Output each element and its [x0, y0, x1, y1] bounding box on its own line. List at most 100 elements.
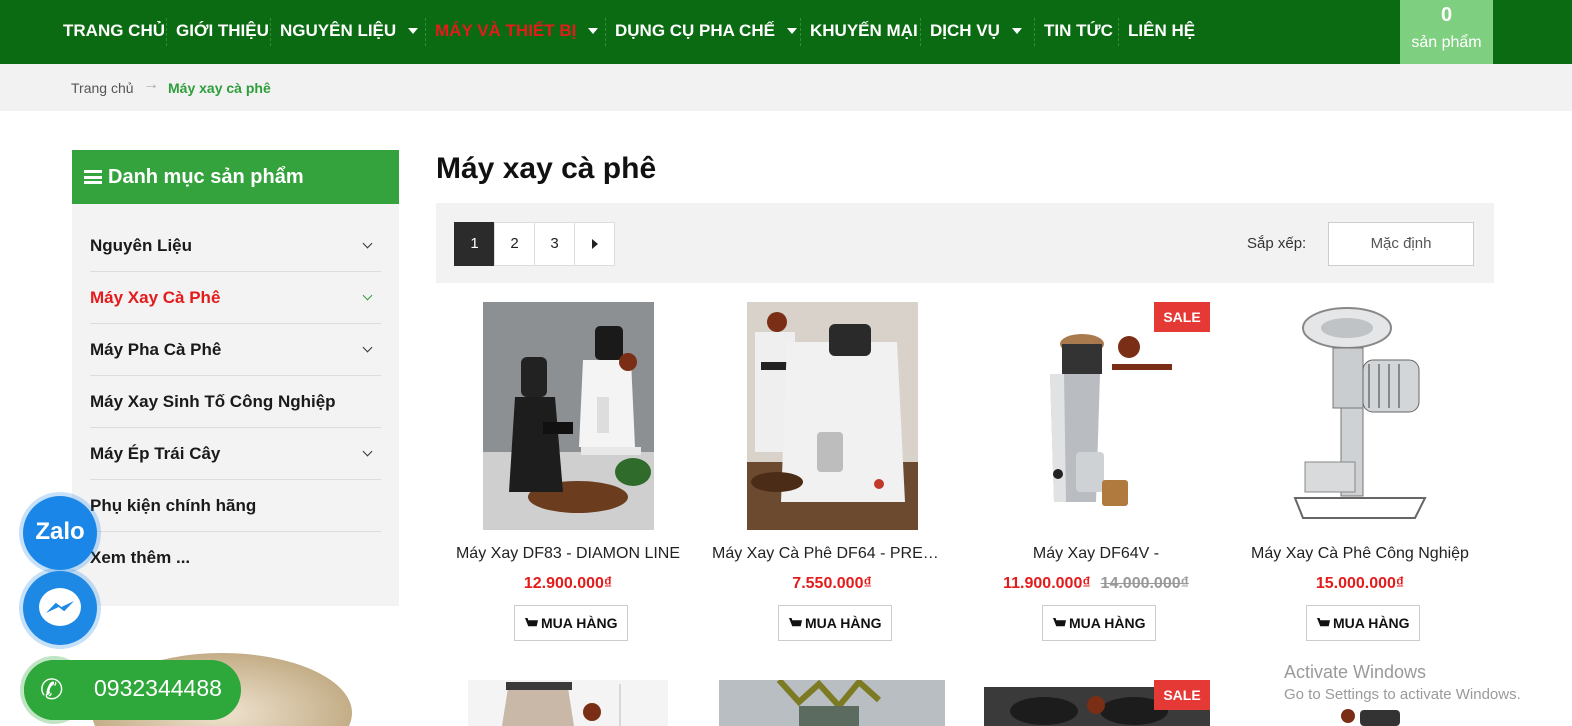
nav-item-services[interactable]: DỊCH VỤ [930, 0, 1022, 64]
activation-watermark-text: Go to Settings to activate Windows. [1284, 686, 1521, 703]
menu-icon [84, 170, 102, 184]
page-title: Máy xay cà phê [436, 152, 657, 185]
product-image[interactable] [747, 302, 918, 530]
nav-divider [166, 18, 167, 46]
sale-badge: SALE [1154, 302, 1210, 332]
sidebar-header: Danh mục sản phẩm [72, 150, 399, 204]
sort-label: Sắp xếp: [1247, 235, 1307, 252]
cart-icon [1317, 618, 1330, 627]
category-label: Máy Ép Trái Cây [90, 444, 221, 463]
nav-label: MÁY VÀ THIẾT BỊ [435, 21, 577, 40]
nav-item-home[interactable]: TRANG CHỦ [63, 0, 165, 64]
category-label: Nguyên Liệu [90, 236, 193, 255]
top-navigation: TRANG CHỦ GIỚI THIỆU NGUYÊN LIỆU MÁY VÀ … [0, 0, 1572, 64]
nav-item-ingredients[interactable]: NGUYÊN LIỆU [280, 0, 419, 64]
nav-item-news[interactable]: TIN TỨC [1044, 0, 1113, 64]
buy-button[interactable]: MUA HÀNG [778, 605, 893, 641]
hotline-button[interactable]: ✆ 0932344488 [24, 660, 241, 720]
nav-label: DỤNG CỤ PHA CHẾ [615, 21, 775, 40]
buy-label: MUA HÀNG [805, 615, 882, 631]
chevron-down-icon[interactable] [362, 342, 373, 353]
nav-label: NGUYÊN LIỆU [280, 21, 397, 40]
product-name[interactable]: Máy Xay Cà Phê Công Nghiệp [1240, 545, 1480, 563]
category-item-blenders[interactable]: Máy Xay Sinh Tố Công Nghiệp [90, 376, 381, 428]
category-item-coffee-grinders[interactable]: Máy Xay Cà Phê [90, 272, 381, 324]
nav-item-contact[interactable]: LIÊN HỆ [1128, 0, 1195, 64]
nav-item-machines[interactable]: MÁY VÀ THIẾT BỊ [435, 0, 599, 64]
activation-watermark-title: Activate Windows [1284, 662, 1427, 682]
nav-item-about[interactable]: GIỚI THIỆU [176, 0, 269, 64]
nav-item-tools[interactable]: DỤNG CỤ PHA CHẾ [615, 0, 797, 64]
product-price: 12.900.000₫ [523, 575, 613, 592]
category-item-see-more[interactable]: Xem thêm ... [90, 532, 381, 584]
chevron-down-icon[interactable] [362, 238, 373, 249]
page-3-button[interactable]: 3 [534, 222, 575, 266]
product-name[interactable]: Máy Xay DF83 - DIAMON LINE [448, 545, 688, 563]
sale-badge: SALE [1154, 680, 1210, 710]
caret-right-icon [591, 239, 598, 250]
sidebar-title: Danh mục sản phẩm [108, 166, 304, 188]
buy-button[interactable]: MUA HÀNG [1042, 605, 1157, 641]
buy-label: MUA HÀNG [1333, 615, 1410, 631]
chevron-down-icon [408, 27, 419, 34]
page-2-button[interactable]: 2 [494, 222, 535, 266]
nav-divider [605, 18, 606, 46]
zalo-label: Zalo [35, 518, 85, 545]
nav-divider [800, 18, 801, 46]
buy-label: MUA HÀNG [541, 615, 618, 631]
product-image[interactable] [483, 302, 654, 530]
chevron-down-icon[interactable] [362, 446, 373, 457]
cart-label: sản phẩm [1411, 34, 1482, 51]
category-item-juicers[interactable]: Máy Ép Trái Cây [90, 428, 381, 480]
chevron-down-icon [588, 27, 599, 34]
chevron-down-icon[interactable] [362, 290, 373, 301]
product-toolbar: 1 2 3 Sắp xếp: Mặc định [436, 203, 1494, 283]
product-name[interactable]: Máy Xay Cà Phê DF64 - PREMIUM [712, 545, 952, 563]
nav-divider [1034, 18, 1035, 46]
product-image[interactable] [1285, 302, 1435, 530]
cart-icon [1053, 618, 1066, 627]
product-price: 15.000.000₫ [1315, 575, 1405, 592]
category-label: Máy Pha Cà Phê [90, 340, 222, 359]
category-item-accessories[interactable]: Phụ kiện chính hãng [90, 480, 381, 532]
arrow-right-icon: → [143, 76, 159, 93]
nav-divider [270, 18, 271, 46]
cart-icon [789, 618, 802, 627]
product-image[interactable] [719, 680, 945, 726]
page-1-button[interactable]: 1 [454, 222, 495, 266]
cart-button[interactable]: 0 sản phẩm [1400, 0, 1493, 64]
category-list: Nguyên Liệu Máy Xay Cà Phê Máy Pha Cà Ph… [72, 220, 399, 584]
cart-count: 0 [1440, 4, 1453, 26]
buy-button[interactable]: MUA HÀNG [514, 605, 629, 641]
buy-label: MUA HÀNG [1069, 615, 1146, 631]
product-image[interactable] [468, 680, 668, 726]
messenger-button[interactable] [23, 571, 97, 645]
product-image[interactable] [984, 302, 1210, 530]
product-price: 11.900.000₫ 14.000.000₫ [976, 575, 1216, 593]
nav-divider [920, 18, 921, 46]
chevron-down-icon [1011, 27, 1022, 34]
product-image[interactable] [1318, 706, 1408, 726]
product-sale-price: 11.900.000₫ [1003, 575, 1091, 592]
category-item-coffee-machines[interactable]: Máy Pha Cà Phê [90, 324, 381, 376]
breadcrumb-current: Máy xay cà phê [168, 80, 271, 96]
pagination: 1 2 3 [454, 222, 615, 266]
phone-icon: ✆ [40, 674, 64, 705]
category-label: Phụ kiện chính hãng [90, 496, 257, 515]
nav-item-promotions[interactable]: KHUYẾN MẠI [810, 0, 918, 64]
product-old-price: 14.000.000₫ [1100, 575, 1189, 592]
breadcrumb-home-link[interactable]: Trang chủ [71, 80, 134, 96]
hotline-number: 0932344488 [94, 675, 222, 701]
zalo-chat-button[interactable]: Zalo [23, 496, 97, 570]
category-item-ingredients[interactable]: Nguyên Liệu [90, 220, 381, 272]
phone-icon-circle: ✆ [24, 660, 84, 720]
breadcrumb: Trang chủ → Máy xay cà phê [0, 64, 1572, 111]
cart-icon [525, 618, 538, 627]
buy-button[interactable]: MUA HÀNG [1306, 605, 1421, 641]
product-name[interactable]: Máy Xay DF64V - [976, 545, 1216, 563]
nav-divider [425, 18, 426, 46]
sort-select[interactable]: Mặc định [1328, 222, 1474, 266]
product-price: 7.550.000₫ [792, 575, 872, 592]
category-label: Máy Xay Cà Phê [90, 288, 221, 307]
next-page-button[interactable] [574, 222, 615, 266]
